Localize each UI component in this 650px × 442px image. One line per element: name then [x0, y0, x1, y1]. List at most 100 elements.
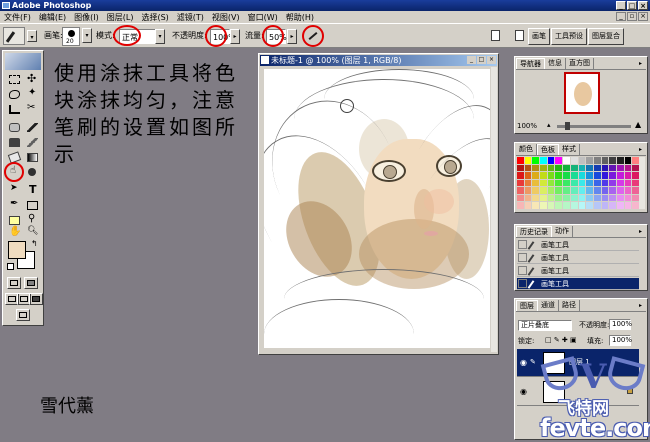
tab-history[interactable]: 历史记录	[516, 226, 552, 237]
lock-options-icons[interactable]: □ ✎ ✚ ▣	[545, 336, 577, 344]
color-swatch[interactable]	[624, 187, 632, 194]
color-swatch[interactable]	[601, 194, 609, 202]
history-snapshot-box[interactable]	[518, 253, 527, 262]
color-swatch[interactable]	[609, 172, 616, 179]
color-swatch[interactable]	[555, 194, 563, 202]
color-swatch[interactable]	[570, 164, 578, 172]
tab-histogram[interactable]: 直方图	[566, 58, 594, 69]
color-swatch[interactable]	[547, 164, 555, 172]
color-swatch[interactable]	[624, 172, 632, 179]
minimize-button[interactable]: _	[616, 1, 626, 10]
eye-icon[interactable]: ◉	[518, 386, 529, 397]
color-swatch[interactable]	[524, 157, 532, 164]
palette-well-tab-layer-comps[interactable]: 图层复合	[588, 28, 624, 45]
history-item[interactable]: 画笔工具	[517, 252, 639, 264]
type-tool[interactable]	[24, 183, 41, 197]
color-swatch[interactable]	[586, 187, 593, 194]
tab-styles[interactable]: 样式	[559, 144, 580, 155]
history-brush-tool[interactable]	[24, 136, 41, 149]
color-swatch[interactable]	[570, 157, 578, 164]
navigator-zoom-value[interactable]: 100%	[517, 121, 543, 131]
color-swatch[interactable]	[547, 194, 555, 202]
file-browser-icon[interactable]	[491, 30, 500, 41]
color-swatch[interactable]	[616, 172, 624, 179]
eye-icon[interactable]: ◉	[518, 357, 529, 368]
document-title-bar[interactable]: 未标题-1 @ 100% (图层 1, RGB/8) _ □ ×	[260, 55, 497, 66]
tab-layers[interactable]: 图层	[516, 300, 538, 311]
color-swatch[interactable]	[540, 202, 547, 209]
jump-to-imageready-button[interactable]	[16, 309, 30, 321]
navigator-thumbnail[interactable]	[564, 72, 600, 114]
color-swatch[interactable]	[586, 179, 593, 187]
history-item[interactable]: 画笔工具	[517, 265, 639, 277]
color-swatch[interactable]	[632, 164, 639, 172]
panel-menu-icon[interactable]: ▸	[636, 227, 645, 236]
color-swatch[interactable]	[547, 157, 555, 164]
color-swatch[interactable]	[517, 187, 524, 194]
color-swatch[interactable]	[586, 202, 593, 209]
color-swatch[interactable]	[555, 202, 563, 209]
color-swatch[interactable]	[609, 202, 616, 209]
menu-window[interactable]: 窗口(W)	[248, 12, 278, 23]
color-swatch[interactable]	[540, 164, 547, 172]
color-swatch[interactable]	[578, 172, 586, 179]
color-swatch[interactable]	[601, 202, 609, 209]
menu-image[interactable]: 图像(I)	[74, 12, 99, 23]
color-swatch[interactable]	[578, 187, 586, 194]
color-swatch[interactable]	[593, 172, 601, 179]
color-swatch[interactable]	[570, 187, 578, 194]
palette-well-icon[interactable]	[515, 30, 524, 41]
panel-menu-icon[interactable]: ▸	[636, 301, 645, 310]
color-swatch[interactable]	[616, 194, 624, 202]
color-swatch[interactable]	[624, 157, 632, 164]
move-tool[interactable]	[24, 72, 41, 86]
menu-file[interactable]: 文件(F)	[4, 12, 31, 23]
tab-color[interactable]: 颜色	[516, 144, 537, 155]
clone-stamp-tool[interactable]	[6, 136, 23, 149]
color-swatch[interactable]	[555, 164, 563, 172]
tab-info[interactable]: 信息	[545, 58, 566, 69]
color-swatch[interactable]	[555, 157, 563, 164]
color-swatch[interactable]	[616, 157, 624, 164]
color-swatch[interactable]	[517, 172, 524, 179]
color-swatch[interactable]	[524, 202, 532, 209]
tab-navigator[interactable]: 导航器	[516, 58, 545, 69]
color-swatch[interactable]	[517, 179, 524, 187]
layer-opacity-input[interactable]: 100%	[609, 319, 632, 330]
zoom-out-icon[interactable]: ▴	[547, 121, 551, 129]
color-swatch[interactable]	[593, 164, 601, 172]
blend-mode-select[interactable]: 正片叠底	[518, 320, 572, 331]
color-swatch[interactable]	[632, 157, 639, 164]
menu-layer[interactable]: 图层(L)	[107, 12, 134, 23]
menu-edit[interactable]: 编辑(E)	[39, 12, 66, 23]
image-canvas[interactable]	[264, 69, 490, 348]
color-swatch[interactable]	[632, 172, 639, 179]
shape-tool[interactable]	[24, 199, 41, 212]
history-item-selected[interactable]: 画笔工具	[517, 278, 639, 290]
pen-tool[interactable]	[6, 198, 23, 212]
color-swatch[interactable]	[586, 172, 593, 179]
color-swatch[interactable]	[563, 157, 570, 164]
color-swatch[interactable]	[563, 194, 570, 202]
color-swatch[interactable]	[632, 202, 639, 209]
color-swatch[interactable]	[570, 202, 578, 209]
color-swatch[interactable]	[578, 179, 586, 187]
color-swatch[interactable]	[593, 179, 601, 187]
color-swatch[interactable]	[547, 172, 555, 179]
color-swatch[interactable]	[601, 172, 609, 179]
color-swatch[interactable]	[609, 157, 616, 164]
color-swatch[interactable]	[593, 194, 601, 202]
opacity-slider-arrow[interactable]: ▸	[230, 29, 240, 44]
color-swatch[interactable]	[524, 194, 532, 202]
palette-well-tab-tool-presets[interactable]: 工具预设	[551, 28, 587, 45]
gradient-tool[interactable]	[24, 151, 41, 164]
screen-mode-full-button[interactable]	[29, 293, 43, 305]
color-swatch[interactable]	[609, 179, 616, 187]
healing-brush-tool[interactable]	[6, 121, 23, 134]
menu-filter[interactable]: 滤镜(T)	[177, 12, 204, 23]
color-swatch[interactable]	[624, 179, 632, 187]
default-colors-icon[interactable]	[7, 263, 14, 270]
doc-restore-button[interactable]: ▫	[627, 12, 637, 21]
color-swatch[interactable]	[547, 187, 555, 194]
slice-tool[interactable]	[24, 102, 41, 116]
